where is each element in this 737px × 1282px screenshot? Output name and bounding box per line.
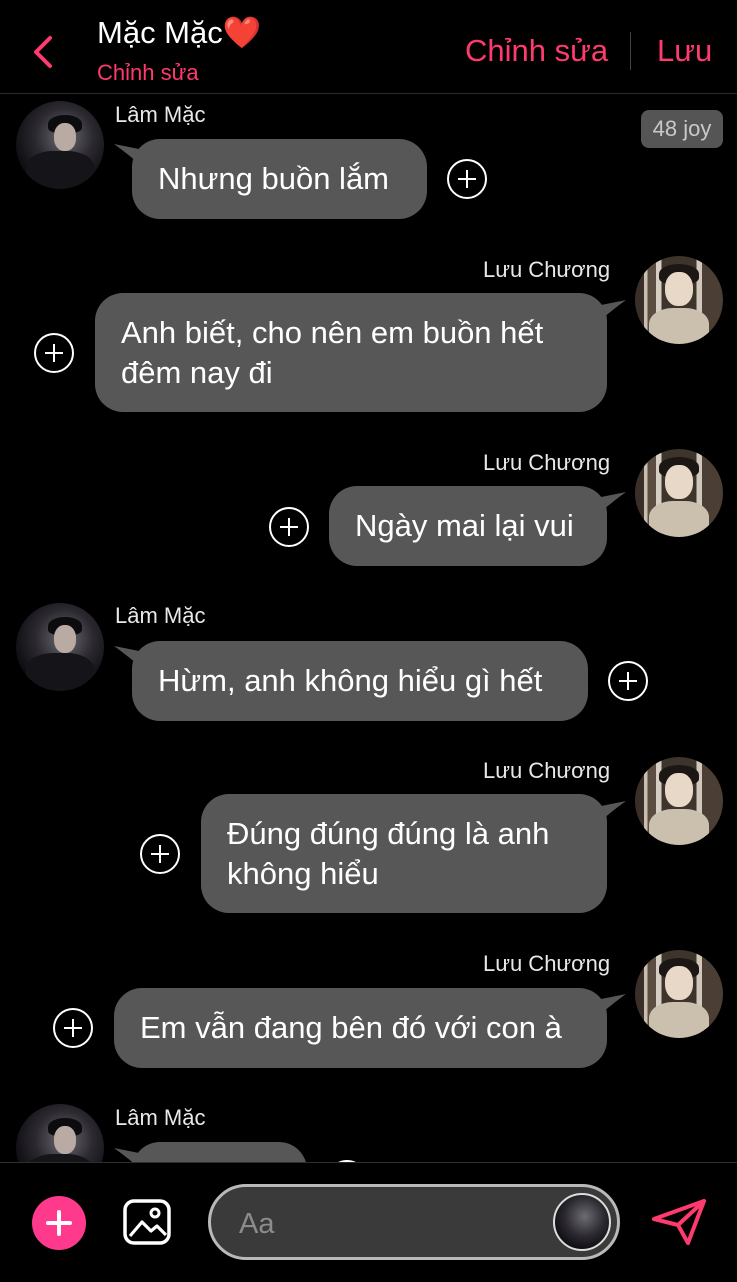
image-icon[interactable] <box>122 1198 172 1246</box>
message-input[interactable] <box>237 1203 541 1245</box>
message-bubble[interactable]: Nhưng buồn lắm <box>132 139 427 219</box>
message-bubble[interactable]: Em vẫn đang bên đó với con à <box>114 988 607 1068</box>
message-bubble[interactable]: Anh biết, cho nên em buồn hết đêm nay đi <box>95 293 607 412</box>
add-reaction-icon[interactable] <box>53 1008 93 1048</box>
sender-name: Lưu Chương <box>483 257 611 282</box>
chat-header: Mặc Mặc❤️ Chỉnh sửa Chỉnh sửa Lưu <box>0 0 737 94</box>
send-icon[interactable] <box>650 1197 708 1247</box>
joy-badge: 48 joy <box>641 110 723 148</box>
add-reaction-icon[interactable] <box>447 159 487 199</box>
header-divider <box>630 32 631 70</box>
sender-name: Lưu Chương <box>483 450 611 475</box>
back-chevron-icon[interactable] <box>28 32 58 72</box>
avatar-lam-mac[interactable] <box>16 101 104 189</box>
avatar-lam-mac[interactable] <box>16 1104 104 1162</box>
add-icon[interactable] <box>32 1196 86 1250</box>
avatar-luu-chuong[interactable] <box>635 757 723 845</box>
sender-name: Lâm Mặc <box>115 102 206 127</box>
add-reaction-icon[interactable] <box>34 333 74 373</box>
composer-avatar[interactable] <box>553 1193 611 1251</box>
avatar-luu-chuong[interactable] <box>635 449 723 537</box>
chat-subtitle[interactable]: Chỉnh sửa <box>97 60 199 86</box>
sender-name: Lâm Mặc <box>115 603 206 628</box>
avatar-luu-chuong[interactable] <box>635 950 723 1038</box>
message-bubble[interactable]: Ngày mai lại vui <box>329 486 607 566</box>
add-reaction-icon[interactable] <box>269 507 309 547</box>
add-reaction-icon[interactable] <box>140 834 180 874</box>
chat-title: Mặc Mặc❤️ <box>97 15 262 50</box>
add-reaction-icon[interactable] <box>608 661 648 701</box>
message-bubble[interactable]: Hừm, anh không hiểu gì hết <box>132 641 588 721</box>
edit-button[interactable]: Chỉnh sửa <box>465 33 608 69</box>
message-list[interactable]: 48 joy Lâm Mặc Nhưng buồn lắm Lưu Chương… <box>0 94 737 1162</box>
avatar-lam-mac[interactable] <box>16 603 104 691</box>
message-bubble[interactable]: Đúng đúng đúng là anh không hiểu <box>201 794 607 913</box>
save-button[interactable]: Lưu <box>657 33 712 69</box>
avatar-luu-chuong[interactable] <box>635 256 723 344</box>
message-bubble[interactable] <box>132 1142 307 1162</box>
composer-bar <box>0 1162 737 1282</box>
sender-name: Lâm Mặc <box>115 1105 206 1130</box>
sender-name: Lưu Chương <box>483 951 611 976</box>
sender-name: Lưu Chương <box>483 758 611 783</box>
message-composer[interactable] <box>208 1184 620 1260</box>
